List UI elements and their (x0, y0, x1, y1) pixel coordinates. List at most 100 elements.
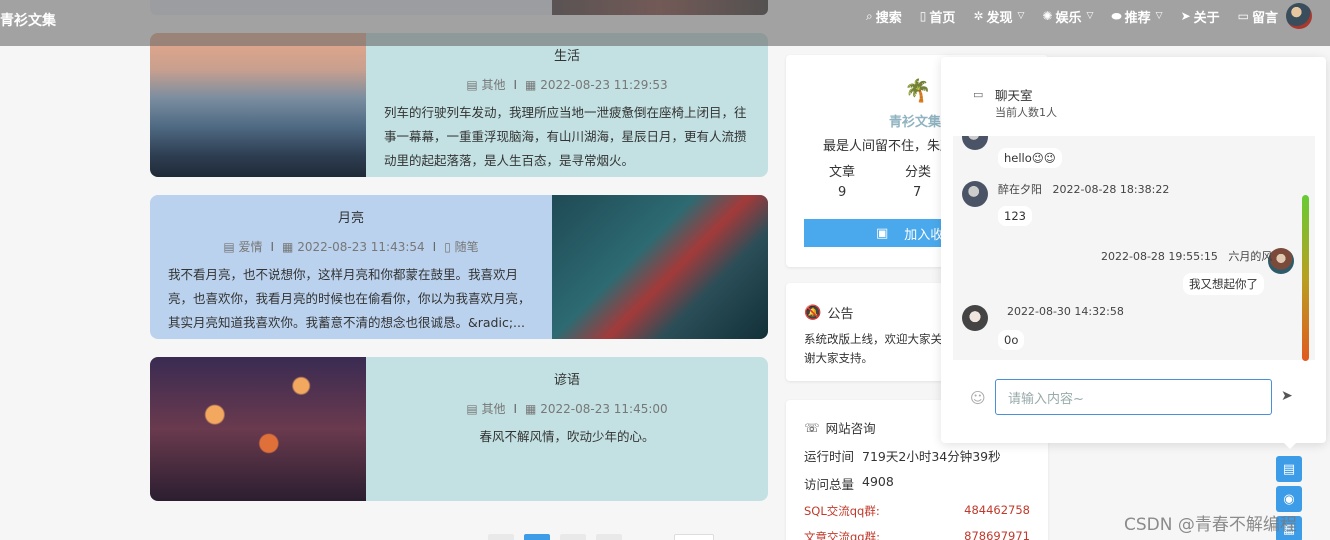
article-excerpt: 春风不解风情，吹动少年的心。 (479, 429, 655, 444)
calendar-icon: ▦ (282, 240, 294, 254)
chat-message-list[interactable]: hello😉😉 醉在夕阳 2022-08-28 18:38:22 123 202… (953, 136, 1315, 360)
nav-menu: ⌕ 搜索 ▯ 首页 ✲ 发现 ▽ ✺ 娱乐 ▽ ⬬ 推荐 ▽ ➤ 关于 ▭ 留言 (848, 0, 1312, 32)
article-tag[interactable]: 随笔 (455, 240, 479, 254)
article-date: 2022-08-23 11:43:54 (297, 240, 425, 254)
avatar (962, 136, 988, 150)
chat-message-meta: 2022-08-28 19:55:15 六月的风 (1101, 250, 1273, 263)
article-meta: ▤ 爱情 I ▦ 2022-08-23 11:43:54 I ▯ 随笔 (223, 240, 479, 254)
article-group-label: 文章交流qq群: (804, 530, 880, 540)
visits-value: 4908 (862, 474, 894, 489)
nav-item-home[interactable]: ▯ 首页 (920, 7, 956, 26)
stat-label: 文章 (829, 165, 856, 180)
article-date: 2022-08-23 11:29:53 (540, 78, 668, 92)
article-category[interactable]: 其他 (481, 402, 505, 416)
sun-icon: ✺ (1042, 9, 1053, 23)
chat-message-text: hello😉😉 (998, 148, 1062, 168)
sql-group-value[interactable]: 484462758 (964, 503, 1030, 519)
sql-group-label: SQL交流qq群: (804, 504, 880, 518)
notice-title: 公告 (827, 307, 854, 322)
avatar (962, 181, 988, 207)
chat-message-text: 0o (998, 330, 1025, 350)
site-brand[interactable]: 青衫文集 (0, 10, 56, 30)
chat-icon: ☏ (804, 420, 820, 435)
chat-message-text: 我又想起你了 (1183, 273, 1264, 295)
watermark: CSDN @青春不解编程 (1124, 515, 1297, 535)
bell-off-icon: 🔕 (804, 304, 822, 321)
profile-motto: 最是人间留不住，朱颜 (823, 139, 954, 154)
chevron-down-icon: ▽ (1155, 11, 1163, 21)
page-button[interactable] (596, 534, 622, 540)
chat-title: 聊天室 (995, 88, 1033, 103)
nav-item-entertainment[interactable]: ✺ 娱乐 ▽ (1042, 7, 1093, 26)
tag-icon: ⬬ (1111, 8, 1122, 23)
page-jump-input[interactable] (674, 534, 714, 540)
article-title[interactable]: 月亮 (168, 207, 534, 226)
nav-item-discover[interactable]: ✲ 发现 ▽ (973, 7, 1024, 26)
chevron-down-icon: ▽ (1086, 11, 1094, 21)
chat-message-meta: 2022-08-30 14:32:58 (1007, 305, 1124, 318)
calendar-icon: ▦ (525, 78, 537, 92)
palm-tree-icon: 🌴 (904, 79, 932, 104)
article-excerpt: 我不看月亮，也不说想你，这样月亮和你都蒙在鼓里。我喜欢月亮，也喜欢你，我看月亮的… (168, 267, 531, 330)
stat-value: 9 (838, 185, 847, 200)
book-icon: ▯ (444, 240, 451, 254)
bookmark-icon: ▣ (876, 225, 889, 241)
page-button[interactable] (488, 534, 514, 540)
chat-online-count: 当前人数1人 (995, 106, 1057, 119)
home-icon: ▯ (919, 9, 927, 23)
sparkle-icon: ✲ (973, 9, 984, 23)
article-title[interactable]: 谚语 (384, 369, 750, 388)
nav-item-recommend[interactable]: ⬬ 推荐 ▽ (1111, 7, 1162, 26)
emoji-icon[interactable]: ☺ (970, 389, 986, 407)
chat-scrollbar[interactable] (1302, 195, 1309, 361)
page-button-current[interactable] (524, 534, 550, 540)
pagination (488, 534, 714, 540)
search-icon: ⌕ (866, 8, 873, 23)
chat-panel: ▭ 聊天室 当前人数1人 hello😉😉 醉在夕阳 2022-08-28 18:… (941, 57, 1326, 443)
message-icon: ▭ (1237, 9, 1249, 23)
chat-input[interactable]: 请输入内容~ (995, 379, 1272, 415)
article-excerpt: 列车的行驶列车发动，我理所应当地一泄疲惫倒在座椅上闭目，往事一幕幕，一重重浮现脑… (384, 105, 747, 168)
folder-icon: ▤ (466, 402, 478, 416)
folder-icon: ▤ (466, 78, 478, 92)
article-thumbnail (150, 33, 366, 177)
page-button[interactable] (560, 534, 586, 540)
article-meta: ▤ 其他 I ▦ 2022-08-23 11:45:00 (466, 402, 668, 416)
article-title[interactable]: 生活 (384, 45, 750, 64)
user-avatar[interactable] (1286, 3, 1312, 29)
article-meta: ▤ 其他 I ▦ 2022-08-23 11:29:53 (466, 78, 668, 92)
nav-item-message[interactable]: ▭ 留言 (1238, 7, 1278, 26)
chat-message-meta: 醉在夕阳 2022-08-28 18:38:22 (998, 183, 1170, 196)
send-icon[interactable]: ➤ (1281, 388, 1293, 404)
chevron-down-icon: ▽ (1017, 11, 1025, 21)
nav-item-search[interactable]: ⌕ 搜索 (866, 7, 902, 26)
runtime-label: 运行时间 (804, 449, 855, 464)
article-card[interactable]: 谚语 ▤ 其他 I ▦ 2022-08-23 11:45:00 春风不解风情，吹动少… (150, 357, 768, 501)
article-group-value[interactable]: 878697971 (964, 529, 1030, 540)
calendar-icon: ▦ (525, 402, 537, 416)
article-thumbnail (150, 357, 366, 501)
article-category[interactable]: 其他 (481, 78, 505, 92)
article-date: 2022-08-23 11:45:00 (540, 402, 668, 416)
avatar (962, 305, 988, 331)
chat-room-icon: ▭ (973, 88, 984, 101)
weibo-icon: ◉ (1283, 491, 1295, 507)
weibo-button[interactable]: ◉ (1276, 486, 1302, 512)
chat-toggle-button[interactable]: ▤ (1276, 456, 1302, 482)
chat-panel-pointer (1284, 443, 1296, 449)
article-thumbnail (552, 195, 768, 339)
stat-value: 7 (913, 185, 922, 200)
folder-icon: ▤ (223, 240, 235, 254)
site-info-title: 网站咨询 (825, 421, 876, 436)
article-card[interactable]: 生活 ▤ 其他 I ▦ 2022-08-23 11:29:53 列车的行驶列车发动，… (150, 33, 768, 177)
chat-message-text: 123 (998, 206, 1032, 226)
stat-label: 分类 (905, 165, 932, 180)
profile-name: 青衫文集 (889, 115, 942, 130)
article-card[interactable]: 月亮 ▤ 爱情 I ▦ 2022-08-23 11:43:54 I ▯ 随笔 我不看月亮… (150, 195, 768, 339)
article-category[interactable]: 爱情 (238, 240, 262, 254)
top-navbar: 青衫文集 ⌕ 搜索 ▯ 首页 ✲ 发现 ▽ ✺ 娱乐 ▽ ⬬ 推荐 ▽ ➤ 关于 ▭ 留言 (0, 0, 1330, 46)
chat-bubble-icon: ▤ (1282, 461, 1296, 477)
runtime-value: 719天2小时34分钟39秒 (862, 449, 1001, 464)
send-icon: ➤ (1180, 9, 1191, 23)
nav-item-about[interactable]: ➤ 关于 (1181, 7, 1220, 26)
